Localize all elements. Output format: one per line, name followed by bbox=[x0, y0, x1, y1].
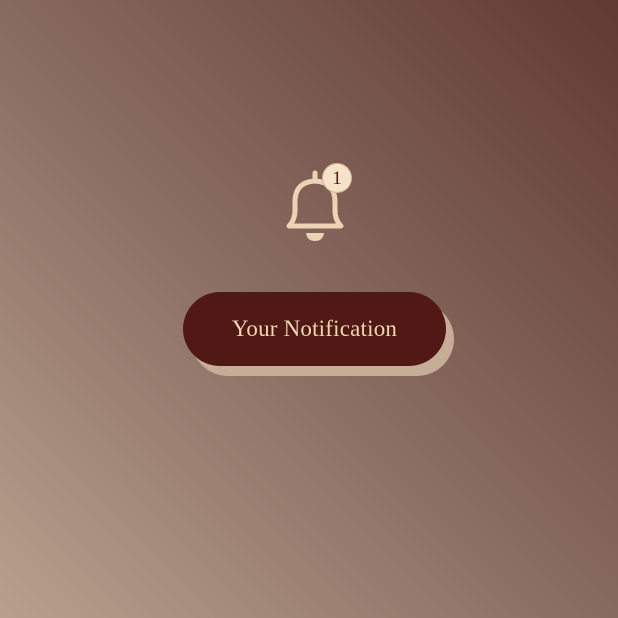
notification-count-badge: 1 bbox=[322, 163, 352, 193]
your-notification-button[interactable]: Your Notification bbox=[183, 292, 446, 366]
your-notification-button-label: Your Notification bbox=[231, 316, 398, 341]
notification-bell[interactable]: 1 bbox=[280, 163, 356, 245]
